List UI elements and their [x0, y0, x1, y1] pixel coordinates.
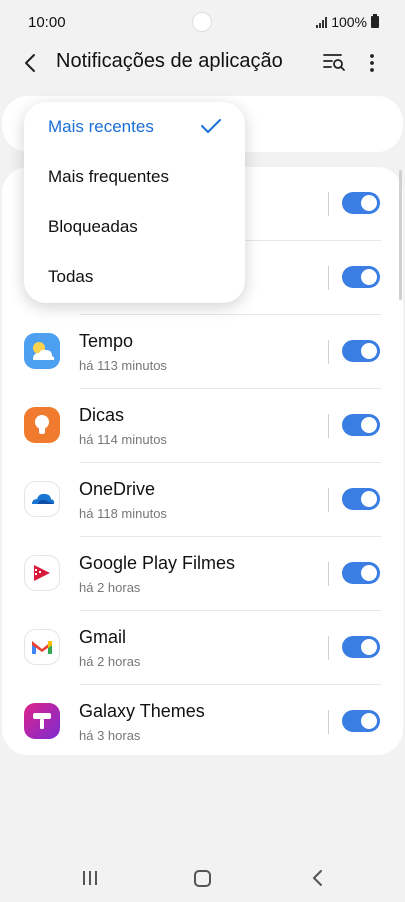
recents-icon[interactable] — [80, 869, 100, 887]
status-bar: 10:00 100% — [0, 0, 405, 44]
weather-icon — [24, 333, 60, 369]
front-camera — [192, 12, 212, 32]
status-time: 10:00 — [28, 14, 66, 31]
navigation-bar — [0, 854, 405, 902]
filter-search-icon — [323, 54, 345, 71]
divider — [328, 710, 329, 734]
back-button[interactable] — [18, 50, 44, 76]
nav-back-icon[interactable] — [310, 868, 324, 888]
dropdown-option-blocked[interactable]: Bloqueadas — [24, 202, 245, 252]
dropdown-option-label: Mais recentes — [48, 117, 154, 136]
app-time: há 114 minutos — [79, 432, 167, 447]
divider — [328, 562, 329, 586]
play-movies-icon — [24, 555, 60, 591]
check-icon — [201, 119, 221, 133]
app-row-galaxy-themes[interactable]: Galaxy Themes há 3 horas — [2, 685, 403, 755]
galaxy-themes-icon — [24, 703, 60, 739]
app-time: há 2 horas — [79, 580, 141, 595]
notification-toggle[interactable] — [342, 710, 380, 732]
app-name: Tempo — [79, 331, 134, 351]
dropdown-option-all[interactable]: Todas — [24, 252, 245, 302]
notification-toggle[interactable] — [342, 266, 380, 288]
app-time: há 118 minutos — [79, 506, 167, 521]
divider — [328, 192, 329, 216]
battery-level: 100% — [331, 14, 367, 30]
app-row-dicas[interactable]: Dicas há 114 minutos — [2, 389, 403, 463]
dropdown-option-frequent[interactable]: Mais frequentes — [24, 152, 245, 202]
status-icons: 100% — [316, 14, 379, 30]
notification-toggle[interactable] — [342, 192, 380, 214]
divider — [328, 636, 329, 660]
divider — [328, 266, 329, 290]
divider — [328, 414, 329, 438]
signal-icon — [316, 16, 328, 28]
dropdown-option-label: Bloqueadas — [48, 217, 138, 236]
app-row-onedrive[interactable]: OneDrive há 118 minutos — [2, 463, 403, 537]
app-bar: Notificações de aplicação — [0, 40, 405, 84]
app-row-tempo[interactable]: Tempo há 113 minutos — [2, 315, 403, 389]
app-name: Gmail — [79, 627, 127, 647]
notification-toggle[interactable] — [342, 636, 380, 658]
app-row-google-play-filmes[interactable]: Google Play Filmes há 2 horas — [2, 537, 403, 611]
dropdown-option-label: Todas — [48, 267, 94, 286]
app-time: há 3 horas — [79, 728, 141, 743]
onedrive-cloud-icon — [24, 481, 60, 517]
app-time: há 113 minutos — [79, 358, 167, 373]
home-button[interactable] — [194, 870, 211, 887]
app-name: Galaxy Themes — [79, 701, 205, 721]
sort-dropdown-menu: Mais recentes Mais frequentes Bloqueadas… — [24, 102, 245, 303]
dropdown-option-recent[interactable]: Mais recentes — [24, 102, 245, 152]
tips-lightbulb-icon — [24, 407, 60, 443]
scrollbar[interactable] — [399, 170, 402, 300]
more-options-button[interactable] — [364, 50, 380, 76]
battery-icon — [371, 14, 379, 28]
notification-toggle[interactable] — [342, 340, 380, 362]
divider — [328, 488, 329, 512]
notification-toggle[interactable] — [342, 488, 380, 510]
gmail-icon — [24, 629, 60, 665]
app-time: há 2 horas — [79, 654, 141, 669]
app-name: Dicas — [79, 405, 125, 425]
dropdown-option-label: Mais frequentes — [48, 167, 169, 186]
more-vertical-icon — [370, 54, 374, 72]
search-button[interactable] — [322, 51, 346, 73]
app-row-gmail[interactable]: Gmail há 2 horas — [2, 611, 403, 685]
divider — [328, 340, 329, 364]
page-title: Notificações de aplicação — [56, 50, 283, 72]
app-name: Google Play Filmes — [79, 553, 236, 573]
chevron-left-icon — [25, 54, 35, 72]
notification-toggle[interactable] — [342, 562, 380, 584]
app-name: OneDrive — [79, 479, 156, 499]
notification-toggle[interactable] — [342, 414, 380, 436]
